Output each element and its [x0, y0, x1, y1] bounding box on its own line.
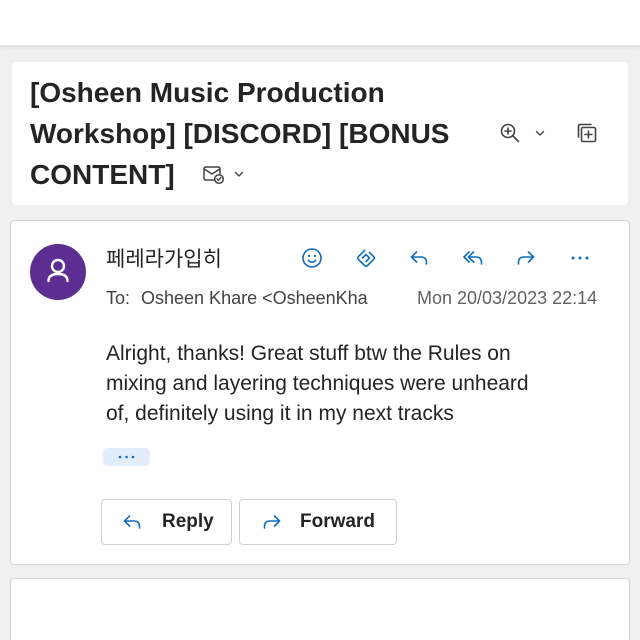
react-button[interactable]: [296, 242, 328, 274]
forward-button-label: Forward: [300, 511, 375, 532]
message-body: Alright, thanks! Great stuff btw the Rul…: [106, 342, 529, 425]
show-quoted-content-button[interactable]: [103, 448, 150, 466]
reply-button[interactable]: Reply: [101, 499, 232, 545]
forward-icon-button[interactable]: [510, 242, 542, 274]
sent-date: Mon 20/03/2023 22:14: [417, 288, 598, 308]
loop-icon: [356, 249, 375, 268]
more-actions-button[interactable]: [564, 242, 596, 274]
forward-button[interactable]: Forward: [239, 499, 397, 545]
to-label: To:: [106, 288, 131, 308]
zoom-in-icon: [500, 123, 520, 143]
forward-icon: [263, 515, 281, 529]
mail-shield-icon: [202, 165, 224, 184]
recipients-line: To: Osheen Khare <OsheenKha: [106, 286, 368, 310]
reply-all-icon: [462, 251, 482, 265]
reply-button-label: Reply: [162, 511, 214, 532]
next-message-card: [10, 578, 630, 640]
sensitivity-label-button[interactable]: [201, 162, 245, 186]
zoom-button[interactable]: [494, 119, 550, 147]
chevron-down-icon: [535, 130, 545, 136]
more-icon: [571, 256, 588, 260]
reply-icon-button[interactable]: [403, 242, 435, 274]
loop-button[interactable]: [350, 242, 382, 274]
subject-heading: [Osheen Music Production Workshop] [DISC…: [30, 72, 490, 195]
sender-name[interactable]: 페레라가입히: [106, 246, 222, 274]
message-card: 페레라가입히 To: Osheen Khare <OsheenKha Mon 2…: [10, 220, 630, 565]
avatar[interactable]: [30, 244, 86, 300]
reply-icon: [123, 515, 141, 529]
message-actions: [296, 242, 596, 274]
reply-all-icon-button[interactable]: [457, 242, 489, 274]
reading-pane: [Osheen Music Production Workshop] [DISC…: [0, 0, 640, 640]
smiley-icon: [302, 248, 322, 268]
square-plus-icon: [577, 123, 597, 143]
person-icon: [47, 258, 69, 283]
ellipsis-icon: [118, 455, 135, 459]
top-bar: [0, 0, 640, 46]
forward-icon: [517, 251, 535, 265]
chevron-down-icon: [234, 171, 243, 177]
subject-card: [Osheen Music Production Workshop] [DISC…: [12, 62, 628, 205]
reply-icon: [410, 251, 428, 265]
open-new-window-button[interactable]: [571, 119, 603, 147]
recipient[interactable]: Osheen Khare <OsheenKha: [141, 286, 368, 310]
